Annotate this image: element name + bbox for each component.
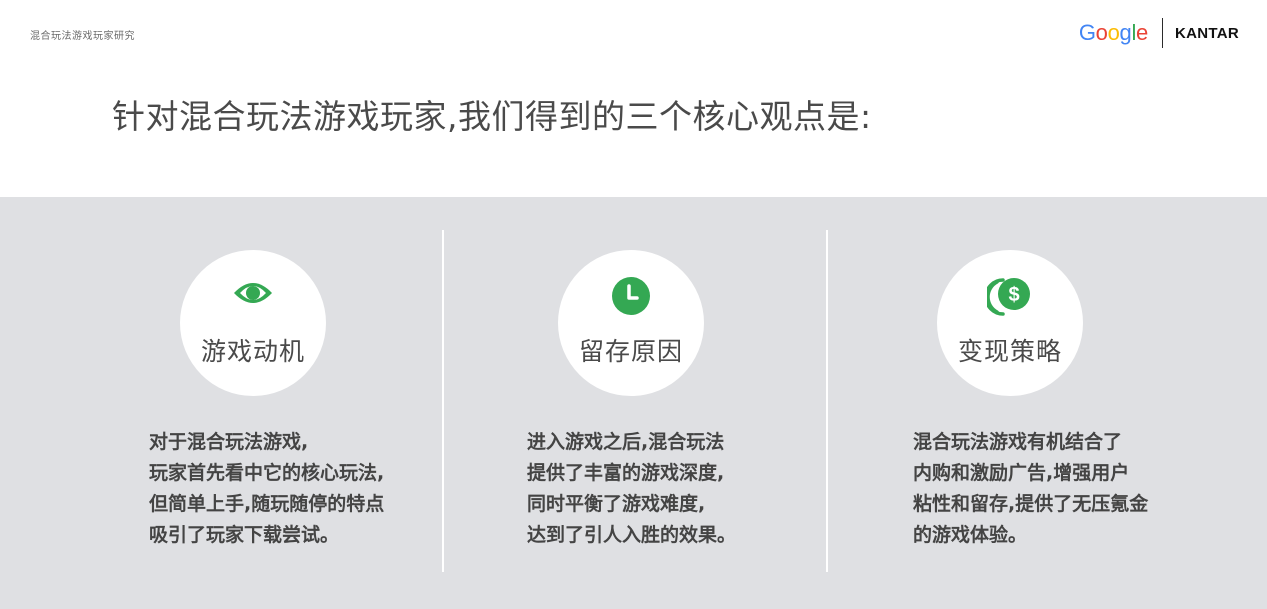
page-title: 针对混合玩法游戏玩家,我们得到的三个核心观点是:	[112, 97, 872, 136]
description-line: 内购和激励广告,增强用户	[913, 462, 1130, 484]
description-line: 进入游戏之后,混合玩法	[527, 431, 725, 453]
logo-divider	[1161, 18, 1163, 48]
insight-badge: 游戏动机	[180, 250, 326, 396]
insights-panel: 游戏动机 对于混合玩法游戏, 玩家首先看中它的核心玩法, 但简单上手,随玩随停的…	[0, 197, 1267, 609]
insight-badge: $ 变现策略	[937, 250, 1083, 396]
description-line: 但简单上手,随玩随停的特点	[149, 493, 385, 515]
insight-monetization: $ 变现策略 混合玩法游戏有机结合了 内购和激励广告,增强用户 粘性和留存,提供…	[760, 197, 1148, 609]
insight-badge: 留存原因	[558, 250, 704, 396]
insight-motivation: 游戏动机 对于混合玩法游戏, 玩家首先看中它的核心玩法, 但简单上手,随玩随停的…	[0, 197, 384, 609]
insight-description: 对于混合玩法游戏, 玩家首先看中它的核心玩法, 但简单上手,随玩随停的特点 吸引…	[149, 427, 384, 551]
kantar-logo: KANTAR	[1174, 24, 1239, 42]
report-label: 混合玩法游戏玩家研究	[30, 31, 135, 42]
svg-text:$: $	[1008, 284, 1019, 306]
description-line: 混合玩法游戏有机结合了	[913, 431, 1123, 453]
eye-icon	[232, 276, 274, 314]
google-letter: g	[1119, 20, 1132, 45]
google-logo: Google	[1079, 20, 1148, 46]
clock-icon	[611, 276, 651, 320]
description-line: 粘性和留存,提供了无压氪金	[913, 493, 1149, 515]
description-line: 提供了丰富的游戏深度,	[527, 462, 725, 484]
description-line: 的游戏体验。	[913, 524, 1028, 546]
google-letter: e	[1136, 20, 1148, 45]
description-line: 达到了引人入胜的效果。	[527, 524, 737, 546]
description-line: 同时平衡了游戏难度,	[527, 493, 706, 515]
insight-description: 进入游戏之后,混合玩法 提供了丰富的游戏深度, 同时平衡了游戏难度, 达到了引人…	[527, 427, 736, 551]
description-line: 玩家首先看中它的核心玩法,	[149, 462, 385, 484]
logo-bar: Google KANTAR	[1079, 16, 1239, 50]
insight-retention: 留存原因 进入游戏之后,混合玩法 提供了丰富的游戏深度, 同时平衡了游戏难度, …	[380, 197, 760, 609]
description-line: 吸引了玩家下载尝试。	[149, 524, 340, 546]
google-letter: o	[1107, 20, 1120, 45]
google-letter: o	[1095, 20, 1108, 45]
dollar-coins-icon: $	[984, 276, 1033, 322]
insight-title: 留存原因	[578, 337, 683, 366]
insight-description: 混合玩法游戏有机结合了 内购和激励广告,增强用户 粘性和留存,提供了无压氪金 的…	[913, 427, 1148, 551]
description-line: 对于混合玩法游戏,	[149, 431, 309, 453]
google-letter: G	[1078, 20, 1096, 45]
insight-title: 游戏动机	[200, 337, 305, 366]
insight-title: 变现策略	[957, 337, 1062, 366]
